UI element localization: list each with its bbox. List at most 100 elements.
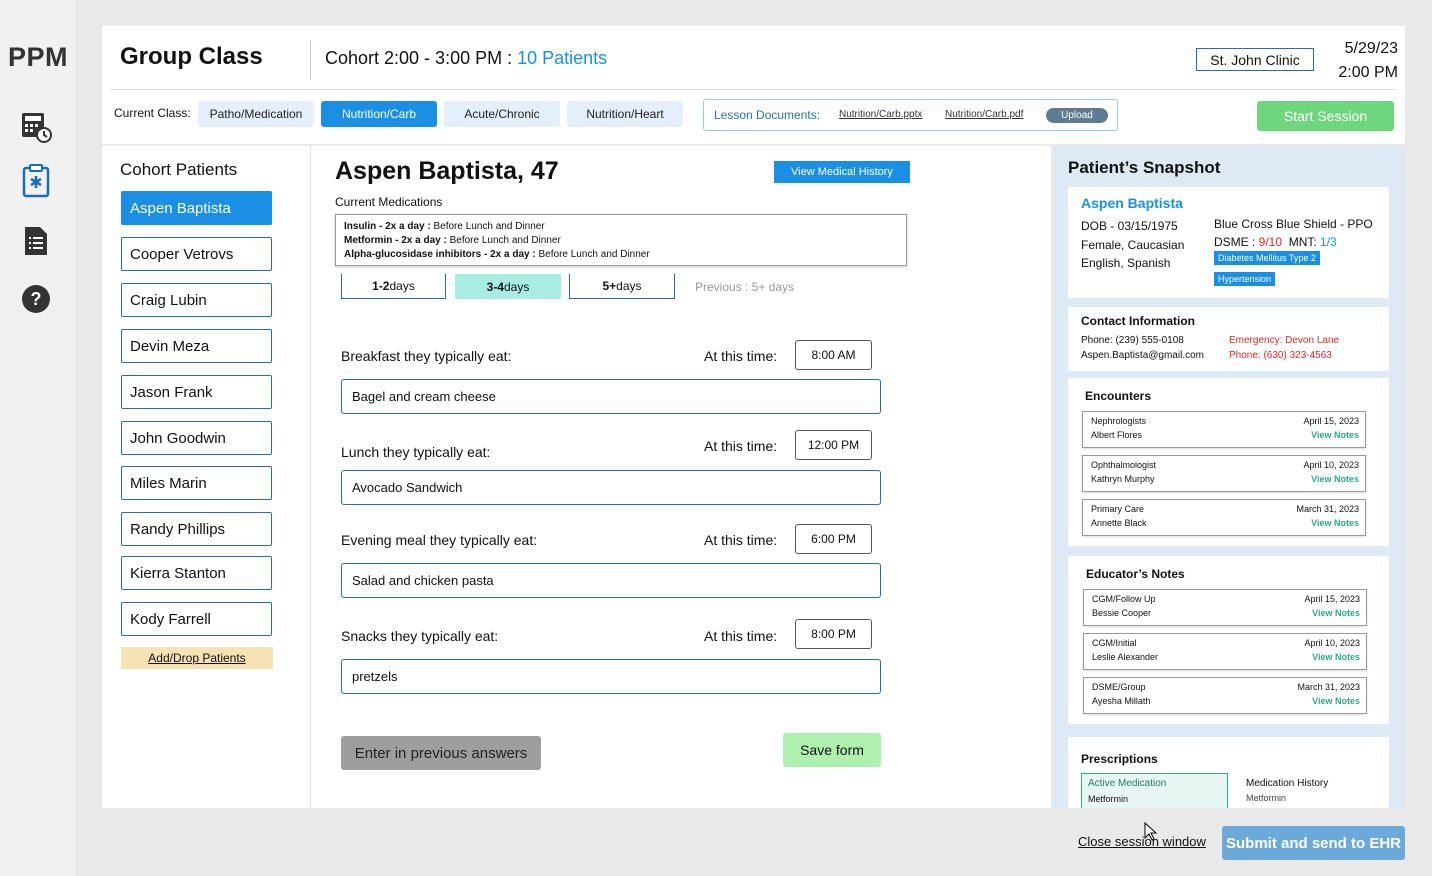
patient-button[interactable]: Jason Frank — [121, 375, 272, 409]
view-medical-history-button[interactable]: View Medical History — [774, 161, 910, 183]
clipboard-icon[interactable] — [20, 164, 52, 198]
medication-item: Insulin - 2x a day : Before Lunch and Di… — [344, 221, 545, 232]
diagnosis-tag: Diabetes Mellitus Type 2 — [1214, 251, 1320, 265]
patient-summary-card: Aspen Baptista DOB - 03/15/1975 Female, … — [1068, 187, 1389, 298]
snacks-answer-input[interactable]: pretzels — [341, 659, 881, 694]
patient-demographics: Female, Caucasian — [1081, 238, 1185, 252]
emergency-phone: Phone: (630) 323-4563 — [1229, 350, 1332, 361]
cohort-heading: Cohort Patients — [120, 160, 238, 179]
at-time-label: At this time: — [704, 628, 778, 644]
add-drop-patients-button[interactable]: Add/Drop Patients — [121, 647, 273, 669]
patient-button[interactable]: Craig Lubin — [121, 283, 272, 317]
medication-history-item: Metformin — [1246, 793, 1287, 803]
active-medication-item: Metformin — [1088, 794, 1129, 804]
tab-nutrition-carb[interactable]: Nutrition/Carb — [321, 101, 437, 127]
at-time-label: At this time: — [704, 532, 778, 548]
patient-button[interactable]: Miles Marin — [121, 466, 272, 500]
evening-time-input[interactable]: 6:00 PM — [795, 524, 872, 554]
session-date: 5/29/23 — [1344, 40, 1398, 57]
header-divider — [310, 40, 311, 80]
doc-link-pptx[interactable]: Nutrition/Carb.pptx — [839, 109, 922, 120]
tab-acute-chronic[interactable]: Acute/Chronic — [444, 101, 560, 127]
note-item: CGM/Follow Up Bessie Cooper April 15, 2023… — [1083, 589, 1367, 626]
session-time: 2:00 PM — [1338, 64, 1398, 81]
app-logo: PPM — [8, 42, 69, 72]
lunch-answer-input[interactable]: Avocado Sandwich — [341, 470, 881, 505]
upload-button[interactable]: Upload — [1046, 108, 1108, 123]
days-option-1-2[interactable]: 1-2 days — [341, 274, 446, 299]
at-time-label: At this time: — [704, 438, 778, 454]
current-class-label: Current Class: — [114, 106, 191, 120]
patient-dob: DOB - 03/15/1975 — [1081, 219, 1178, 233]
patient-languages: English, Spanish — [1081, 256, 1171, 270]
doc-link-pdf[interactable]: Nutrition/Carb.pdf — [945, 109, 1023, 120]
view-notes-link[interactable]: View Notes — [1311, 430, 1359, 440]
clinic-badge: St. John Clinic — [1196, 48, 1314, 71]
at-time-label: At this time: — [704, 348, 778, 364]
evening-meal-label: Evening meal they typically eat: — [341, 532, 538, 548]
view-notes-link[interactable]: View Notes — [1312, 608, 1360, 618]
current-medications-label: Current Medications — [335, 195, 443, 209]
educator-notes-card: Educator’s Notes CGM/Follow Up Bessie Coo… — [1068, 556, 1389, 724]
medication-item: Alpha-glucosidase inhibitors - 2x a day … — [344, 249, 650, 260]
breakfast-time-input[interactable]: 8:00 AM — [795, 340, 872, 370]
breakfast-label: Breakfast they typically eat: — [341, 348, 512, 364]
previous-days: Previous : 5+ days — [695, 280, 795, 294]
patient-button[interactable]: Kody Farrell — [121, 602, 272, 636]
snapshot-heading: Patient’s Snapshot — [1068, 158, 1221, 177]
snacks-time-input[interactable]: 8:00 PM — [795, 619, 872, 649]
patient-button[interactable]: Cooper Vetrovs — [121, 237, 272, 271]
patient-name: Aspen Baptista, 47 — [335, 157, 559, 185]
submit-ehr-button[interactable]: Submit and send to EHR — [1222, 826, 1405, 860]
view-notes-link[interactable]: View Notes — [1311, 518, 1359, 528]
encounters-heading: Encounters — [1085, 389, 1152, 403]
close-session-link[interactable]: Close session window — [1078, 834, 1206, 849]
view-notes-link[interactable]: View Notes — [1312, 652, 1360, 662]
medication-item: Metformin - 2x a day : Before Lunch and … — [344, 235, 561, 246]
emergency-contact: Emergency: Devon Lane — [1229, 335, 1340, 346]
educator-notes-heading: Educator’s Notes — [1086, 567, 1185, 581]
days-option-3-4[interactable]: 3-4 days — [455, 274, 561, 299]
enter-previous-answers-button[interactable]: Enter in previous answers — [341, 736, 541, 770]
header-separator — [110, 89, 1396, 90]
patient-button[interactable]: Kierra Stanton — [121, 556, 272, 590]
dsme-mnt-progress: DSME : 9/10 MNT: 1/3 — [1214, 235, 1337, 249]
patient-button[interactable]: Aspen Baptista — [121, 191, 272, 225]
page-title: Group Class — [120, 43, 263, 70]
mouse-cursor-icon — [1144, 821, 1158, 847]
active-medication-label: Active Medication — [1088, 778, 1167, 789]
patients-count[interactable]: 10 Patients — [517, 48, 607, 68]
document-list-icon[interactable] — [20, 224, 52, 258]
cohort-info: Cohort 2:00 - 3:00 PM : 10 Patients — [325, 48, 607, 69]
tab-nutrition-heart[interactable]: Nutrition/Heart — [567, 101, 683, 127]
encounter-item: Ophthalmologist Kathryn Murphy April 10, 2… — [1082, 455, 1366, 492]
medication-history-tab[interactable]: Medication History — [1246, 778, 1328, 789]
view-notes-link[interactable]: View Notes — [1311, 474, 1359, 484]
session-datetime: 5/29/23 2:00 PM — [1318, 37, 1398, 85]
help-icon[interactable]: ? — [20, 282, 52, 316]
patient-button[interactable]: Randy Phillips — [121, 512, 272, 546]
view-notes-link[interactable]: View Notes — [1312, 696, 1360, 706]
save-form-button[interactable]: Save form — [783, 733, 881, 767]
evening-answer-input[interactable]: Salad and chicken pasta — [341, 563, 881, 598]
medications-box: Insulin - 2x a day : Before Lunch and Di… — [335, 214, 907, 266]
active-medication-tab[interactable]: Active Medication Metformin — [1081, 773, 1228, 808]
svg-text:?: ? — [31, 289, 42, 309]
days-option-5-plus[interactable]: 5+ days — [569, 274, 675, 299]
prescriptions-card: Prescriptions Active Medication Metformi… — [1068, 737, 1389, 808]
breakfast-answer-input[interactable]: Bagel and cream cheese — [341, 379, 881, 414]
calculator-clock-icon[interactable] — [20, 110, 52, 144]
contact-email: Aspen.Baptista@gmail.com — [1081, 350, 1204, 361]
diagnosis-tag: Hypertension — [1214, 272, 1276, 286]
patient-button[interactable]: John Goodwin — [121, 421, 272, 455]
lunch-time-input[interactable]: 12:00 PM — [795, 430, 872, 460]
encounter-item: Primary Care Annette Black March 31, 2023 V… — [1082, 499, 1366, 536]
note-item: CGM/Initial Leslie Alexander April 10, 202… — [1083, 633, 1367, 670]
tab-patho-medication[interactable]: Patho/Medication — [198, 101, 314, 127]
start-session-button[interactable]: Start Session — [1257, 101, 1394, 131]
prescriptions-heading: Prescriptions — [1081, 752, 1158, 766]
lesson-documents: Lesson Documents: Nutrition/Carb.pptx Nu… — [703, 99, 1118, 131]
patient-button[interactable]: Devin Meza — [121, 329, 272, 363]
contact-heading: Contact Information — [1081, 314, 1195, 328]
snapshot-patient-name: Aspen Baptista — [1081, 195, 1183, 211]
